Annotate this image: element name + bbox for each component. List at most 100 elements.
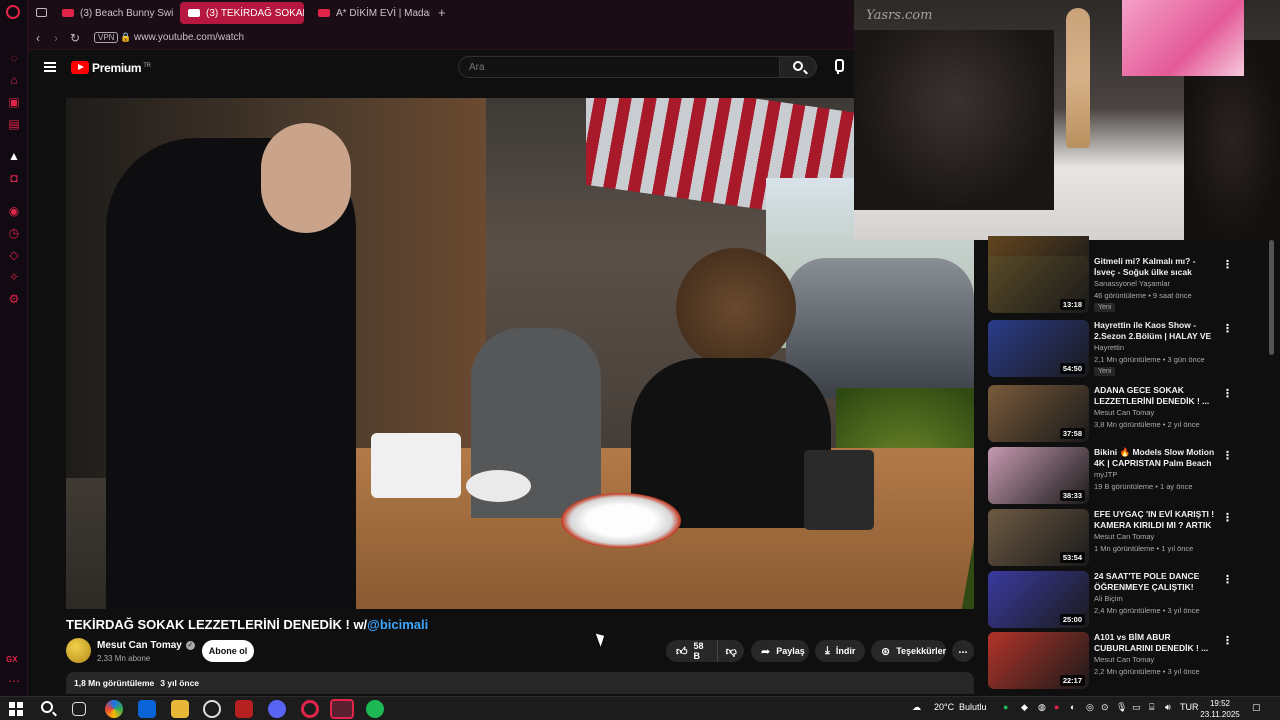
recommendation-channel[interactable]: myJTP xyxy=(1094,470,1117,479)
recommendation-item[interactable]: 37:58 ADANA GECE SOKAK LEZZETLERİNİ DENED… xyxy=(988,385,1272,443)
network-icon[interactable]: ⌸ xyxy=(1149,702,1154,713)
recommendation-item[interactable]: 22:17 A101 vs BİM ABUR CUBURLARINI DENEDİ… xyxy=(988,632,1272,690)
recommendation-item[interactable]: 38:33 Bikini 🔥 Models Slow Motion 4K | CA… xyxy=(988,447,1272,505)
recommendation-thumbnail[interactable]: 38:33 xyxy=(988,447,1089,504)
opera-icon[interactable] xyxy=(301,700,319,718)
dislike-button[interactable]: 👎︎ xyxy=(718,640,744,662)
recommendation-item[interactable]: 13:18 Gitmeli mi? Kalmalı mı? - İsveç - S… xyxy=(988,256,1272,314)
copilot-icon[interactable] xyxy=(105,700,123,718)
file-explorer-icon[interactable] xyxy=(171,700,189,718)
recommendation-title[interactable]: EFE UYGAÇ 'IN EVİ KARIŞTI ! KAMERA KIRIL… xyxy=(1094,509,1219,531)
kebab-menu-icon[interactable]: ⋮ xyxy=(1222,387,1233,400)
tray-mic-icon[interactable]: 🎙︎ xyxy=(1116,702,1127,713)
search-box[interactable] xyxy=(458,56,780,78)
tray-app-icon[interactable]: ◆ xyxy=(1021,702,1028,713)
language-indicator[interactable]: TUR xyxy=(1180,702,1199,712)
steam-icon[interactable] xyxy=(203,700,221,718)
share-button[interactable]: ➦ Paylaş xyxy=(751,640,809,662)
recommendation-title[interactable]: A101 vs BİM ABUR CUBURLARINI DENEDİK ! .… xyxy=(1094,632,1219,654)
kebab-menu-icon[interactable]: ⋮ xyxy=(1222,322,1233,335)
video-player[interactable] xyxy=(66,98,974,609)
recommendation-channel[interactable]: Hayrettin xyxy=(1094,343,1124,352)
more-dots-icon[interactable]: ⋯ xyxy=(6,673,22,689)
recommendation-thumbnail[interactable]: 54:50 xyxy=(988,320,1089,377)
reload-icon[interactable]: ↻ xyxy=(70,31,80,45)
kebab-menu-icon[interactable]: ⋮ xyxy=(1222,573,1233,586)
recommendation-item[interactable]: 53:54 EFE UYGAÇ 'IN EVİ KARIŞTI ! KAMERA … xyxy=(988,509,1272,567)
more-actions-button[interactable]: ... xyxy=(952,640,974,662)
recommendation-thumbnail[interactable]: 13:18 xyxy=(988,256,1089,313)
opera-gx-active-icon[interactable] xyxy=(330,699,354,719)
spotify-icon[interactable] xyxy=(366,700,384,718)
clock[interactable]: 19:52 23.11.2025 xyxy=(1200,698,1240,720)
recommendation-thumbnail[interactable]: 53:54 xyxy=(988,509,1089,566)
like-button[interactable]: 👍︎ 58 B xyxy=(666,640,719,662)
description-box[interactable]: 1,8 Mn görüntüleme 3 yıl önce xyxy=(66,672,974,694)
recommendation-channel[interactable]: Mesut Can Tomay xyxy=(1094,655,1154,664)
recommendation-thumbnail[interactable]: 37:58 xyxy=(988,385,1089,442)
kebab-menu-icon[interactable]: ⋮ xyxy=(1222,511,1233,524)
recommendation-title[interactable]: Hayrettin ile Kaos Show - 2.Sezon 2.Bölü… xyxy=(1094,320,1219,342)
picture-in-picture-video[interactable]: Yasrs.com xyxy=(854,0,1280,240)
tab-islands-icon[interactable] xyxy=(36,8,47,17)
tab-tekirdag-active[interactable]: (3) TEKİRDAĞ SOKAK xyxy=(180,2,304,24)
menu-hamburger-icon[interactable] xyxy=(44,62,56,72)
extensions-icon[interactable]: ✧ xyxy=(6,269,22,285)
taskbar-search-icon[interactable] xyxy=(41,701,53,713)
recommendation-item[interactable]: 25:00 24 SAAT'TE POLE DANCE ÖĞRENMEYE ÇAL… xyxy=(988,571,1272,629)
recommendation-title[interactable]: Gitmeli mi? Kalmalı mı? - İsveç - Soğuk … xyxy=(1094,256,1219,278)
settings-gear-icon[interactable]: ⚙ xyxy=(6,291,22,307)
search-button[interactable] xyxy=(779,56,817,78)
gx-corner-icon[interactable]: ⌂ xyxy=(6,72,22,88)
kebab-menu-icon[interactable]: ⋮ xyxy=(1222,258,1233,271)
tray-discord-icon[interactable]: ◍ xyxy=(1038,702,1046,713)
youtube-brand[interactable]: Premium TR xyxy=(92,61,151,75)
mail-app-icon[interactable] xyxy=(138,700,156,718)
recommendation-channel[interactable]: Sanassyonel Yaşamlar xyxy=(1094,279,1170,288)
url-field[interactable]: www.youtube.com/watch xyxy=(134,32,244,43)
notifications-icon[interactable]: ▢ xyxy=(1252,702,1261,713)
history-icon[interactable]: ◷ xyxy=(6,225,22,241)
tray-icon-3[interactable]: ⊙ xyxy=(1101,702,1109,713)
channel-name[interactable]: Mesut Can Tomay ✓ xyxy=(97,640,195,651)
voice-search-mic-icon[interactable] xyxy=(828,57,848,77)
twitch-icon[interactable]: ◘ xyxy=(6,170,22,186)
gx-control-icon[interactable]: ◌ xyxy=(6,50,22,66)
tray-opera-icon[interactable]: ● xyxy=(1054,702,1059,712)
recommendations-scrollbar[interactable] xyxy=(1269,240,1274,355)
tray-icon-2[interactable]: ◎ xyxy=(1086,702,1094,713)
discord-icon[interactable] xyxy=(268,700,286,718)
volume-icon[interactable]: 🔊︎ xyxy=(1165,702,1171,713)
gx-news-icon[interactable]: ▤ xyxy=(6,116,22,132)
mention-link[interactable]: @bicimali xyxy=(367,617,428,632)
search-input[interactable] xyxy=(469,61,769,73)
weather-text[interactable]: Bulutlu xyxy=(959,702,987,712)
task-view-icon[interactable] xyxy=(72,702,86,716)
recommendation-channel[interactable]: Ali Biçim xyxy=(1094,594,1123,603)
player-icon[interactable]: ◉ xyxy=(6,203,22,219)
recommendation-item[interactable]: 54:50 Hayrettin ile Kaos Show - 2.Sezon 2… xyxy=(988,320,1272,378)
kebab-menu-icon[interactable]: ⋮ xyxy=(1222,634,1233,647)
recommendation-title[interactable]: 24 SAAT'TE POLE DANCE ÖĞRENMEYE ÇALIŞTIK… xyxy=(1094,571,1219,593)
tab-dikim-evi[interactable]: A* DİKİM EVİ | Madara O xyxy=(310,2,430,24)
vpn-badge[interactable]: VPN xyxy=(94,32,119,43)
recommendation-thumbnail[interactable]: 22:17 xyxy=(988,632,1089,689)
gx-store-icon[interactable]: ▣ xyxy=(6,94,22,110)
kebab-menu-icon[interactable]: ⋮ xyxy=(1222,449,1233,462)
channel-avatar[interactable] xyxy=(66,638,91,663)
forward-arrow-icon[interactable]: › xyxy=(54,31,58,45)
recommendation-title[interactable]: Bikini 🔥 Models Slow Motion 4K | CAPRIST… xyxy=(1094,447,1219,469)
weather-cloud-icon[interactable]: ☁ xyxy=(912,702,921,713)
tray-icon-1[interactable]: ◐ xyxy=(1070,702,1075,712)
recommendation-channel[interactable]: Mesut Can Tomay xyxy=(1094,532,1154,541)
tray-spotify-icon[interactable]: ● xyxy=(1003,702,1008,712)
lock-icon[interactable]: 🔒 xyxy=(120,32,131,43)
bookmarks-icon[interactable]: ◇ xyxy=(6,247,22,263)
opera-gx-logo-icon[interactable] xyxy=(6,5,20,19)
recommendation-channel[interactable]: Mesut Can Tomay xyxy=(1094,408,1154,417)
back-arrow-icon[interactable]: ‹ xyxy=(36,31,40,45)
youtube-logo-icon[interactable] xyxy=(71,61,89,74)
recommendation-title[interactable]: ADANA GECE SOKAK LEZZETLERİNİ DENEDİK ! … xyxy=(1094,385,1219,407)
recommendation-thumbnail[interactable]: 25:00 xyxy=(988,571,1089,628)
new-tab-button[interactable]: + xyxy=(438,5,446,20)
